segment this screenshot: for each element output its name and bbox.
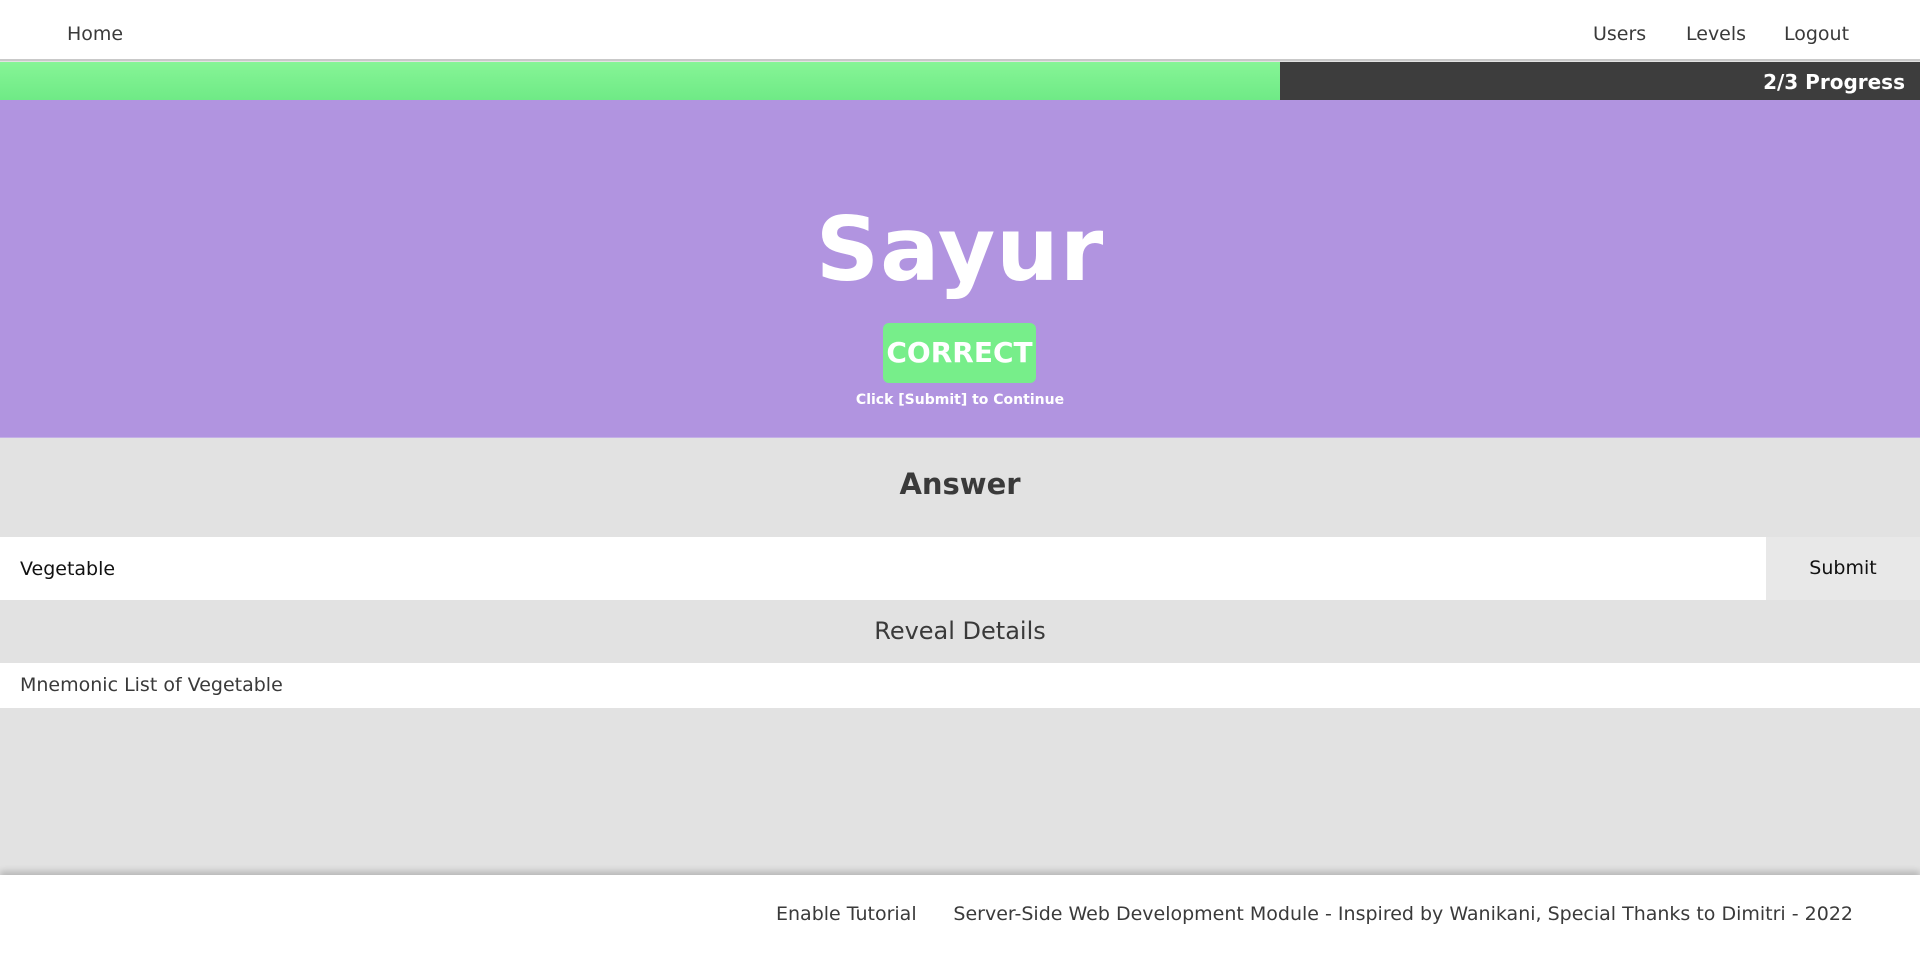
continue-hint: Click [Submit] to Continue — [855, 392, 1065, 408]
reveal-details-toggle[interactable]: Reveal Details — [0, 600, 1920, 663]
submit-button[interactable]: Submit — [1766, 537, 1920, 600]
question-word: Sayur — [815, 198, 1105, 301]
progress-bar: 2/3 Progress — [0, 62, 1920, 100]
answer-form: Submit — [0, 537, 1920, 600]
progress-bar-fill — [0, 62, 1280, 100]
nav-users-link[interactable]: Users — [1593, 0, 1646, 61]
enable-tutorial-link[interactable]: Enable Tutorial — [776, 875, 917, 953]
question-card: Sayur CORRECT Click [Submit] to Continue — [0, 100, 1920, 438]
footer-credit: Server-Side Web Development Module - Ins… — [953, 903, 1853, 925]
answer-input[interactable] — [0, 537, 1766, 600]
mnemonic-list: Mnemonic List of Vegetable — [0, 663, 1920, 708]
footer: Enable Tutorial Server-Side Web Developm… — [0, 875, 1920, 953]
nav-logout-link[interactable]: Logout — [1784, 0, 1849, 61]
progress-label: 2/3 Progress — [1763, 70, 1905, 94]
top-navbar: Home Users Levels Logout — [0, 0, 1920, 61]
nav-levels-link[interactable]: Levels — [1686, 0, 1746, 61]
nav-home-link[interactable]: Home — [67, 0, 123, 61]
correct-badge: CORRECT — [883, 323, 1036, 383]
answer-heading: Answer — [899, 467, 1021, 501]
